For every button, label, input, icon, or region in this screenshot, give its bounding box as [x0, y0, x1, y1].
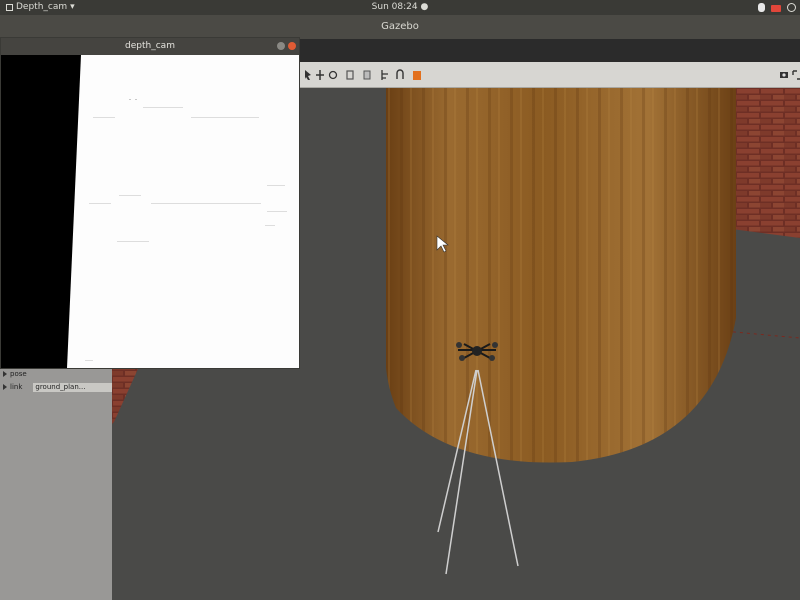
- property-row-pose[interactable]: pose: [0, 368, 112, 380]
- clock[interactable]: Sun 08:24 ●: [0, 0, 800, 15]
- align-icon[interactable]: [380, 67, 390, 81]
- depth-image-view: [1, 55, 299, 368]
- barrel-grain: [386, 88, 736, 463]
- box-shape-icon[interactable]: [345, 67, 355, 81]
- depth-cam-title: depth_cam: [125, 41, 175, 51]
- property-label: link: [10, 383, 23, 391]
- microphone-icon[interactable]: [758, 3, 765, 12]
- system-tray: [758, 0, 796, 12]
- copy-icon[interactable]: [362, 67, 372, 81]
- screenshot-icon[interactable]: [779, 67, 789, 81]
- fullscreen-icon[interactable]: [792, 67, 800, 81]
- orange-marker-icon[interactable]: [412, 67, 422, 81]
- snap-icon[interactable]: [395, 67, 405, 81]
- rotate-mode-icon[interactable]: [328, 67, 338, 81]
- gazebo-desktop: Depth_cam ▾ Sun 08:24 ● Gazebo pose link…: [0, 0, 800, 600]
- property-value: ground_plan...: [33, 382, 112, 392]
- depth-cam-window[interactable]: depth_cam: [0, 37, 300, 369]
- translate-mode-icon[interactable]: [315, 67, 325, 81]
- select-mode-icon[interactable]: [303, 67, 313, 81]
- expand-arrow-icon[interactable]: [3, 371, 7, 377]
- power-icon[interactable]: [787, 3, 796, 12]
- depth-shadow-region: [1, 55, 81, 368]
- property-row-link[interactable]: link ground_plan...: [0, 381, 112, 393]
- close-button[interactable]: [288, 42, 296, 50]
- system-top-panel: Depth_cam ▾ Sun 08:24 ●: [0, 0, 800, 15]
- expand-arrow-icon[interactable]: [3, 384, 7, 390]
- minimize-button[interactable]: [277, 42, 285, 50]
- depth-cam-title-bar[interactable]: depth_cam: [1, 38, 299, 55]
- property-label: pose: [10, 370, 27, 378]
- camera-recording-icon[interactable]: [771, 4, 781, 12]
- gazebo-title-bar: Gazebo: [0, 15, 800, 39]
- gazebo-window-title: Gazebo: [381, 21, 419, 32]
